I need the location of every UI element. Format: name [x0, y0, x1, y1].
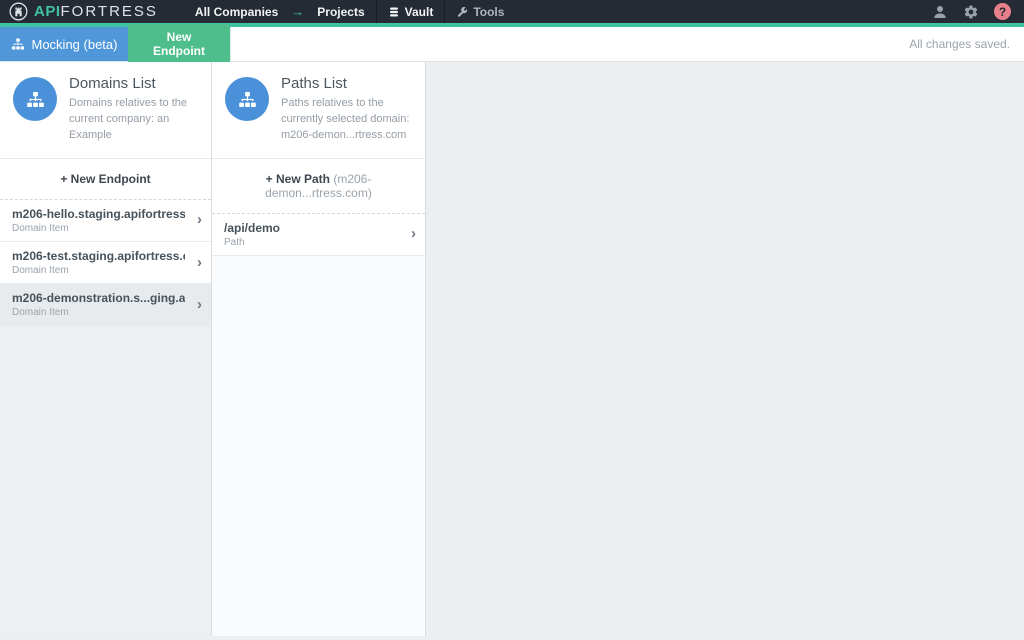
- domain-item[interactable]: m206-test.staging.apifortress.com Domain…: [0, 242, 211, 284]
- domains-panel-title: Domains List: [69, 75, 201, 92]
- database-icon: [388, 6, 400, 18]
- logo-text-api: API: [34, 3, 61, 20]
- new-endpoint-zone: New Endpoint: [128, 27, 231, 61]
- chevron-right-icon: ›: [411, 226, 416, 243]
- user-icon[interactable]: [932, 4, 948, 20]
- nav-projects[interactable]: Projects: [306, 0, 375, 23]
- sitemap-icon: [11, 37, 25, 51]
- chevron-right-icon: ›: [197, 254, 202, 271]
- domain-item-type: Domain Item: [12, 306, 185, 319]
- help-icon[interactable]: ?: [994, 3, 1011, 20]
- nav-tools-label: Tools: [473, 5, 504, 19]
- path-item[interactable]: /api/demo Path ›: [212, 214, 425, 256]
- nav-vault[interactable]: Vault: [377, 0, 445, 23]
- navbar-right-icons: ?: [932, 3, 1024, 20]
- paths-panel: Paths List Paths relatives to the curren…: [212, 62, 426, 636]
- fortress-logo-icon: [9, 2, 28, 21]
- domains-sitemap-icon: [13, 77, 57, 121]
- tab-mocking-label: Mocking (beta): [32, 37, 118, 52]
- logo-text-fortress: FORTRESS: [61, 3, 158, 20]
- paths-sitemap-icon: [225, 77, 269, 121]
- save-status: All changes saved.: [909, 27, 1024, 61]
- top-navbar: APIFORTRESS All Companies → Projects Vau…: [0, 0, 1024, 27]
- chevron-right-icon: ›: [197, 212, 202, 229]
- new-path-row[interactable]: + New Path (m206-demon...rtress.com): [212, 159, 425, 214]
- domains-panel: Domains List Domains relatives to the cu…: [0, 62, 212, 636]
- domain-item[interactable]: m206-hello.staging.apifortress.com Domai…: [0, 200, 211, 242]
- paths-panel-title: Paths List: [281, 75, 415, 92]
- toolbar-spacer: [231, 27, 909, 61]
- new-endpoint-row[interactable]: + New Endpoint: [0, 159, 211, 200]
- wrench-icon: [456, 6, 468, 18]
- paths-panel-subtitle: Paths relatives to the currently selecte…: [281, 96, 415, 144]
- nav-vault-label: Vault: [405, 5, 434, 19]
- domains-panel-header: Domains List Domains relatives to the cu…: [0, 62, 211, 159]
- domain-item-type: Domain Item: [12, 264, 185, 277]
- apifortress-logo[interactable]: APIFORTRESS: [0, 2, 158, 21]
- content-area: Domains List Domains relatives to the cu…: [0, 62, 1024, 636]
- chevron-right-icon: ›: [197, 296, 202, 313]
- domains-panel-subtitle: Domains relatives to the current company…: [69, 96, 201, 144]
- navbar-menu: All Companies → Projects Vault Tools: [184, 0, 516, 23]
- domain-item-title: m206-hello.staging.apifortress.com: [12, 206, 185, 222]
- nav-tools[interactable]: Tools: [445, 0, 515, 23]
- sub-toolbar: Mocking (beta) New Endpoint All changes …: [0, 27, 1024, 62]
- path-item-type: Path: [224, 236, 399, 249]
- paths-panel-header: Paths List Paths relatives to the curren…: [212, 62, 425, 159]
- domain-item-title: m206-test.staging.apifortress.com: [12, 248, 185, 264]
- domain-item-selected[interactable]: m206-demonstration.s...ging.apifortress.…: [0, 284, 211, 326]
- breadcrumb-arrow-icon: →: [289, 0, 306, 23]
- nav-all-companies[interactable]: All Companies: [184, 0, 289, 23]
- domain-item-type: Domain Item: [12, 222, 185, 235]
- path-item-title: /api/demo: [224, 220, 399, 236]
- main-empty-area: [426, 62, 1024, 636]
- new-path-label: + New Path: [266, 172, 330, 186]
- new-endpoint-button[interactable]: New Endpoint: [128, 24, 230, 64]
- domain-item-title: m206-demonstration.s...ging.apifortress.…: [12, 290, 185, 306]
- tab-mocking[interactable]: Mocking (beta): [0, 27, 128, 61]
- gear-icon[interactable]: [963, 4, 979, 20]
